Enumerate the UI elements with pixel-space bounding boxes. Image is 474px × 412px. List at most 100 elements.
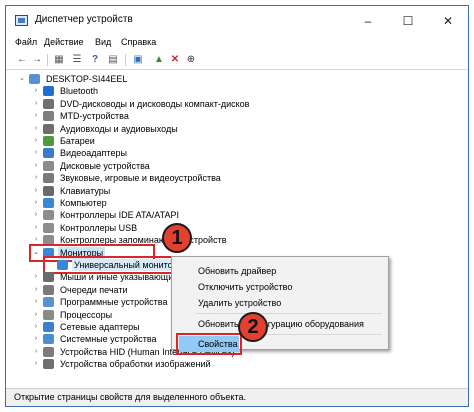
expand-arrow-icon[interactable]: ›	[32, 296, 40, 308]
device-manager-window: Диспетчер устройств – ☐ ✕ Файл Действие …	[5, 5, 469, 407]
menu-bar: Файл Действие Вид Справка	[6, 36, 468, 50]
expand-arrow-icon[interactable]: ›	[32, 234, 40, 246]
expand-arrow-icon[interactable]: ›	[32, 209, 40, 221]
expand-arrow-icon[interactable]: ›	[32, 147, 40, 159]
device-category-icon	[43, 173, 54, 183]
tree-item-label: Универсальный монитор	[72, 259, 180, 271]
collapse-arrow-icon[interactable]: ⌄	[18, 73, 26, 85]
expand-arrow-icon[interactable]: ›	[32, 309, 40, 321]
expand-arrow-icon[interactable]: ›	[32, 160, 40, 172]
device-category-icon	[43, 334, 54, 344]
expand-arrow-icon[interactable]: ›	[32, 222, 40, 234]
add-driver-icon[interactable]: ▲	[152, 53, 166, 67]
menu-view[interactable]: Вид	[95, 37, 111, 47]
device-category-icon	[43, 148, 54, 158]
properties-icon[interactable]: ▦	[52, 53, 66, 67]
update-driver-icon[interactable]: ⊕	[184, 53, 198, 67]
expand-arrow-icon[interactable]: ›	[32, 346, 40, 358]
window-title: Диспетчер устройств	[35, 14, 133, 25]
tree-item-label: Клавиатуры	[60, 186, 111, 196]
tree-item-label: Компьютер	[60, 198, 107, 208]
device-category-icon	[43, 86, 54, 96]
back-icon[interactable]: ←	[15, 53, 29, 67]
expand-arrow-icon[interactable]: ›	[32, 110, 40, 122]
tree-item-label: Звуковые, игровые и видеоустройства	[60, 173, 221, 183]
device-category-icon	[43, 210, 54, 220]
device-category-icon	[43, 124, 54, 134]
device-category-icon	[43, 248, 54, 258]
menu-remove-device[interactable]: Удалить устройство	[172, 295, 388, 311]
menu-help[interactable]: Справка	[121, 37, 156, 47]
menu-file[interactable]: Файл	[15, 37, 37, 47]
list-view-icon[interactable]: ☰	[70, 53, 84, 67]
status-bar: Открытие страницы свойств для выделенног…	[6, 388, 468, 406]
menu-separator	[196, 334, 382, 335]
device-category-icon	[43, 136, 54, 146]
device-category-icon	[29, 74, 40, 84]
tree-item-generic-monitor[interactable]: Универсальный монитор	[43, 256, 191, 274]
maximize-button[interactable]: ☐	[388, 6, 428, 36]
tree-item-label: Bluetooth	[60, 86, 99, 96]
tree-item-label: Устройства обработки изображений	[60, 359, 211, 369]
tree-item-label: DESKTOP-SI44EEL	[46, 74, 128, 84]
toolbar-separator	[125, 54, 126, 66]
close-button[interactable]: ✕	[428, 6, 468, 36]
title-bar[interactable]: Диспетчер устройств – ☐ ✕	[6, 6, 468, 36]
expand-arrow-icon[interactable]: ›	[32, 98, 40, 110]
context-menu: Обновить драйвер Отключить устройство Уд…	[171, 256, 389, 355]
tree-item-label: Мониторы	[58, 247, 106, 259]
menu-action[interactable]: Действие	[44, 37, 84, 47]
menu-disable-device[interactable]: Отключить устройство	[172, 279, 388, 295]
collapse-arrow-icon[interactable]: ⌄	[32, 247, 40, 259]
device-category-icon	[43, 272, 54, 282]
forward-icon[interactable]: →	[30, 53, 44, 67]
expand-arrow-icon	[46, 259, 54, 271]
tree-item-label: Очереди печати	[60, 285, 128, 295]
minimize-button[interactable]: –	[348, 6, 388, 36]
menu-separator	[196, 313, 382, 314]
toolbar: ← → ▦ ☰ ? ▤ ▣ ▲ ✕ ⊕	[6, 51, 468, 70]
tree-item-label: MTD-устройства	[60, 111, 129, 121]
tree-item-label: Видеоадаптеры	[60, 148, 127, 158]
tree-item-label: Батареи	[60, 136, 95, 146]
device-category-icon	[43, 297, 54, 307]
tree-item-label: Системные устройства	[60, 334, 157, 344]
expand-arrow-icon[interactable]: ›	[32, 123, 40, 135]
tree-item-label: Контроллеры IDE ATA/ATAPI	[60, 210, 179, 220]
device-category-icon	[43, 359, 54, 369]
expand-arrow-icon[interactable]: ›	[32, 321, 40, 333]
tree-item-label: Процессоры	[60, 310, 113, 320]
toolbar-separator	[47, 54, 48, 66]
expand-arrow-icon[interactable]: ›	[32, 271, 40, 283]
device-category-icon	[43, 223, 54, 233]
device-category-icon	[43, 310, 54, 320]
expand-arrow-icon[interactable]: ›	[32, 85, 40, 97]
step-badge-2: 2	[238, 312, 268, 342]
device-category-icon	[43, 235, 54, 245]
expand-arrow-icon[interactable]: ›	[32, 284, 40, 296]
expand-arrow-icon[interactable]: ›	[32, 333, 40, 345]
expand-arrow-icon[interactable]: ›	[32, 135, 40, 147]
tree-item-label: DVD-дисководы и дисководы компакт-дисков	[60, 99, 250, 109]
menu-scan-hardware[interactable]: Обновить конфигурацию оборудования	[172, 316, 388, 332]
menu-properties[interactable]: Свойства	[176, 333, 242, 355]
device-category-icon	[43, 285, 54, 295]
tree-item-label: Дисковые устройства	[60, 161, 150, 171]
remove-device-icon[interactable]: ✕	[168, 53, 182, 67]
expand-arrow-icon[interactable]: ›	[32, 358, 40, 370]
details-icon[interactable]: ▤	[106, 53, 120, 67]
expand-arrow-icon[interactable]: ›	[32, 185, 40, 197]
tree-item-label: Контроллеры запоминающих устройств	[60, 235, 227, 245]
status-text: Открытие страницы свойств для выделенног…	[14, 392, 246, 402]
expand-arrow-icon[interactable]: ›	[32, 197, 40, 209]
device-manager-icon	[15, 15, 28, 26]
step-badge-1: 1	[162, 223, 192, 253]
device-category-icon	[43, 347, 54, 357]
scan-hardware-icon[interactable]: ▣	[131, 53, 145, 67]
device-category-icon	[43, 198, 54, 208]
expand-arrow-icon[interactable]: ›	[32, 172, 40, 184]
help-icon[interactable]: ?	[88, 53, 102, 67]
tree-item-monitors[interactable]: ⌄ Мониторы	[29, 244, 155, 262]
menu-update-driver[interactable]: Обновить драйвер	[172, 263, 388, 279]
device-category-icon	[43, 186, 54, 196]
